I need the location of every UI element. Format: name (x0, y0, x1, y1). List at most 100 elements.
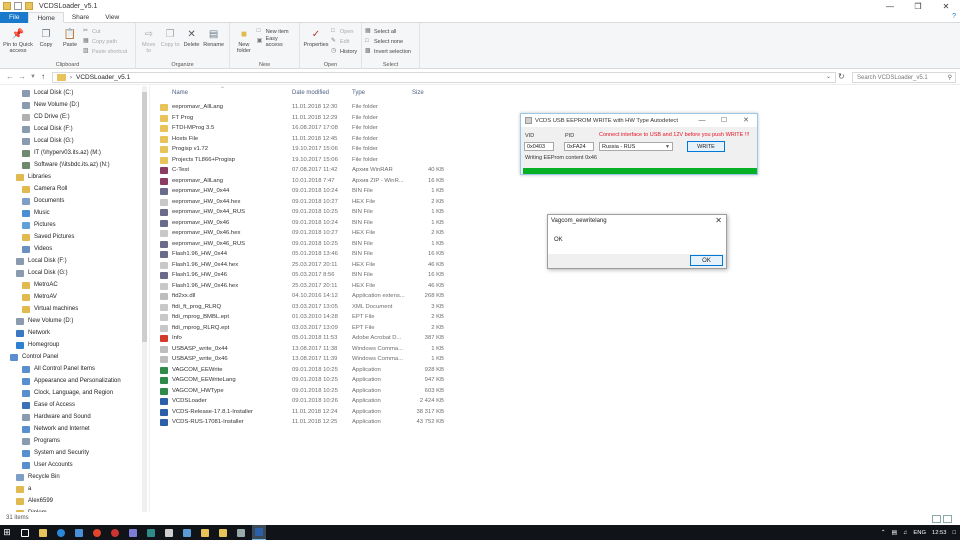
nav-item[interactable]: IT (\\hyperv03.its.az) (M:) (22, 147, 101, 159)
notifications-icon[interactable]: □ (952, 530, 956, 536)
file-row[interactable]: Flash1.96_HW_0x44 05.01.2018 13:46 BIN Fil… (158, 249, 452, 260)
nav-item[interactable]: Recycle Bin (16, 471, 60, 483)
nav-item[interactable]: Network and Internet (22, 423, 90, 435)
nav-item[interactable]: a (16, 483, 31, 495)
taskbar-vcds[interactable] (252, 525, 266, 540)
file-row[interactable]: Flash1.96_HW_0x46 05.03.2017 8:56 BIN File… (158, 270, 452, 281)
nav-item[interactable]: Programs (22, 435, 60, 447)
new-folder-button[interactable]: ■ New folder (233, 25, 255, 55)
invert-selection-button[interactable]: ▩ Invert selection (365, 47, 411, 56)
taskbar-app-1[interactable] (72, 525, 86, 540)
file-row[interactable]: eepromavr_HW_0x46_RUS 09.01.2018 10:25 BIN… (158, 239, 452, 250)
file-row[interactable]: VAGCOM_EEWriteLang 09.01.2018 10:25 Applic… (158, 375, 452, 386)
tray-arrow-icon[interactable]: ⌃ (881, 530, 886, 536)
start-button[interactable]: ⊞ (0, 525, 14, 540)
taskbar-app-6[interactable] (180, 525, 194, 540)
recent-locations-icon[interactable]: ▼ (30, 74, 36, 80)
new-folder-quick-icon[interactable] (25, 2, 33, 10)
file-row[interactable]: Progisp v1.72 19.10.2017 15:06 File folder (158, 144, 452, 155)
file-row[interactable]: FT Prog 11.01.2018 12:29 File folder (158, 113, 452, 124)
taskbar-app-5[interactable] (162, 525, 176, 540)
move-to-button[interactable]: ⇨ Move to (139, 25, 158, 55)
copy-path-button[interactable]: ▦ Copy path (83, 37, 127, 46)
properties-quick-icon[interactable] (14, 2, 22, 10)
file-row[interactable]: VCDS-Release-17.8.1-Installer 11.01.2018 … (158, 407, 452, 418)
forward-arrow-icon[interactable]: → (18, 72, 26, 81)
nav-item[interactable]: All Control Panel Items (22, 363, 95, 375)
file-row[interactable]: eepromavr_HW_0x44 09.01.2018 10:24 BIN Fil… (158, 186, 452, 197)
file-row[interactable]: VAGCOM_EEWrite 09.01.2018 10:25 Applicatio… (158, 365, 452, 376)
file-row[interactable]: USBASP_write_0x46 13.08.2017 11:39 Windows… (158, 354, 452, 365)
file-row[interactable]: Info 05.01.2018 11:53 Adobe Acrobat D... 38… (158, 333, 452, 344)
dialog-close-icon[interactable]: ✕ (715, 215, 722, 227)
edit-button[interactable]: ✎ Edit (331, 37, 357, 46)
properties-button[interactable]: ✓ Properties (303, 25, 329, 49)
taskbar-app-8[interactable] (216, 525, 230, 540)
up-arrow-icon[interactable]: ↑ (41, 72, 45, 81)
tab-file[interactable]: File (0, 12, 29, 23)
nav-item[interactable]: MetroAV (22, 291, 57, 303)
nav-item[interactable]: Local Disk (F:) (22, 123, 73, 135)
tab-view[interactable]: View (97, 12, 127, 23)
nav-item[interactable]: Local Disk (G:) (22, 135, 74, 147)
pin-quick-access-button[interactable]: 📌 Pin to Quick access (3, 25, 33, 55)
file-row[interactable]: Projects TL866+Progisp 19.10.2017 15:06 Fi… (158, 155, 452, 166)
file-row[interactable]: VAGCOM_HWType 09.01.2018 10:25 Application… (158, 386, 452, 397)
address-input[interactable]: › VCDSLoader_v5.1 ⌄ (52, 72, 836, 83)
chevron-right-icon[interactable]: › (70, 75, 72, 81)
taskbar-app-9[interactable] (234, 525, 248, 540)
nav-item[interactable]: Local Disk (G:) (16, 267, 68, 279)
file-row[interactable]: eepromavr_AllLang 11.01.2018 12:30 File fo… (158, 102, 452, 113)
column-header-date[interactable]: Date modified (292, 87, 329, 99)
nav-item[interactable]: Ease of Access (22, 399, 75, 411)
file-row[interactable]: ftdi_mprog_BMBL.ept 01.03.2010 14:28 EPT F… (158, 312, 452, 323)
easy-access-button[interactable]: ▣ Easy access (257, 36, 296, 48)
file-row[interactable]: Flash1.96_HW_0x46.hex 25.03.2017 20:11 HEX… (158, 281, 452, 292)
nav-item[interactable]: Network (16, 327, 50, 339)
nav-item[interactable]: Homegroup (16, 339, 59, 351)
file-row[interactable]: Flash1.96_HW_0x44.hex 25.03.2017 20:11 HEX… (158, 260, 452, 271)
nav-item[interactable]: Control Panel (10, 351, 58, 363)
search-input[interactable]: Search VCDSLoader_v5.1 ⚲ (852, 72, 956, 83)
language-select[interactable]: Russia - RUS ▼ (599, 142, 673, 151)
file-row[interactable]: USBASP_write_0x44 13.08.2017 11:38 Windows… (158, 344, 452, 355)
select-all-button[interactable]: ▦ Select all (365, 27, 411, 36)
cut-button[interactable]: ✂ Cut (83, 27, 127, 36)
open-button[interactable]: □ Open (331, 27, 357, 36)
clock[interactable]: 12:53 (932, 530, 947, 536)
file-row[interactable]: ftdi_mprog_RLRQ.ept 03.03.2017 13:09 EPT F… (158, 323, 452, 334)
nav-item[interactable]: Videos (22, 243, 52, 255)
paste-shortcut-button[interactable]: ▧ Paste shortcut (83, 47, 127, 56)
nav-item[interactable]: Local Disk (F:) (16, 255, 67, 267)
nav-item[interactable]: Alex6599 (16, 495, 53, 507)
nav-item[interactable]: New Volume (D:) (22, 99, 79, 111)
taskbar-chrome[interactable] (90, 525, 104, 540)
file-row[interactable]: eepromavr_HW_0x44_RUS 09.01.2018 10:25 BIN… (158, 207, 452, 218)
vcds-maximize-button[interactable]: ☐ (713, 114, 735, 127)
help-icon[interactable]: ? (952, 13, 956, 20)
file-row[interactable]: eepromavr_AllLang 10.01.2018 7:47 Архив ZI… (158, 176, 452, 187)
nav-item[interactable]: Camera Roll (22, 183, 67, 195)
nav-item[interactable]: User Accounts (22, 459, 73, 471)
nav-item[interactable]: Saved Pictures (22, 231, 74, 243)
taskbar-explorer[interactable] (36, 525, 50, 540)
ok-button[interactable]: OK (690, 255, 723, 266)
column-header-size[interactable]: Size (412, 87, 424, 99)
nav-scrollbar[interactable] (142, 86, 147, 512)
chevron-down-icon[interactable]: ⌄ (826, 73, 831, 80)
details-view-icon[interactable] (932, 515, 941, 523)
file-row[interactable]: VCDS-RUS-17081-Installer 11.01.2018 12:25… (158, 417, 452, 428)
copy-button[interactable]: ❐ Copy (35, 25, 57, 49)
taskbar-app-7[interactable] (198, 525, 212, 540)
history-button[interactable]: ◷ History (331, 47, 357, 56)
nav-item[interactable]: Appearance and Personalization (22, 375, 121, 387)
taskbar-app-2[interactable] (108, 525, 122, 540)
tab-share[interactable]: Share (64, 12, 97, 23)
keyboard-language[interactable]: ENG (913, 530, 926, 536)
nav-item[interactable]: Music (22, 207, 50, 219)
nav-item[interactable]: MetroAC (22, 279, 58, 291)
file-row[interactable]: C-Test 07.08.2017 11:42 Архив WinRAR 40 KB (158, 165, 452, 176)
vcds-close-button[interactable]: ✕ (735, 114, 757, 127)
nav-scrollbar-thumb[interactable] (142, 92, 147, 342)
minimize-button[interactable]: — (876, 0, 904, 12)
